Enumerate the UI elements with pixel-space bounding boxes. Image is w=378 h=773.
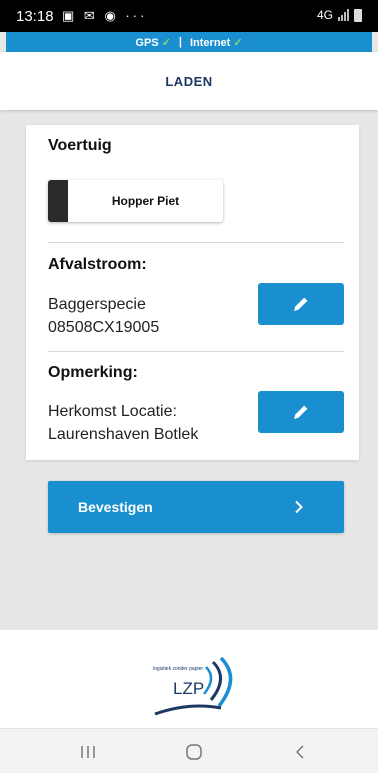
chat-icon: ✉ [83, 8, 98, 23]
browser-icon: ◉ [104, 8, 119, 23]
internet-status: Internet ✓ [190, 36, 243, 49]
vehicle-title: Voertuig [48, 137, 112, 154]
waste-stream-title: Afvalstroom: [48, 256, 147, 273]
recent-apps-button[interactable] [68, 737, 108, 767]
back-icon [295, 745, 304, 759]
waste-stream-name: Baggerspecie [48, 296, 146, 313]
status-bar: 13:18 ▣ ✉ ◉ ··· 4G [0, 0, 378, 32]
load-details-card: Voertuig Hopper Piet Afvalstroom: Bagger… [26, 125, 359, 460]
pencil-icon [294, 297, 308, 311]
notification-icons: ▣ ✉ ◉ ··· [62, 8, 147, 24]
image-icon: ▣ [62, 8, 78, 23]
status-time: 13:18 [16, 8, 54, 25]
status-separator: | [178, 36, 182, 48]
waste-stream-value: Baggerspecie 08508CX19005 [48, 293, 159, 339]
divider [48, 351, 344, 352]
connection-status-bar: GPS ✓ | Internet ✓ [6, 32, 372, 52]
internet-label: Internet [189, 36, 231, 49]
home-icon [186, 744, 202, 760]
more-notifications: ··· [125, 8, 148, 23]
vehicle-button-strip [48, 180, 68, 222]
divider [48, 242, 344, 243]
signal-icon [338, 9, 349, 21]
gps-check-icon: ✓ [161, 36, 171, 49]
pencil-icon [294, 405, 308, 419]
lzp-logo: logistiek zonder papier LZP [153, 656, 233, 716]
remark-line-2: Laurenshaven Botlek [48, 426, 199, 443]
app-header: LADEN [0, 52, 378, 110]
internet-check-icon: ✓ [233, 36, 243, 49]
confirm-button[interactable]: Bevestigen [48, 481, 344, 533]
home-button[interactable] [174, 737, 214, 767]
remark-value: Herkomst Locatie: Laurenshaven Botlek [48, 400, 198, 446]
remark-line-1: Herkomst Locatie: [48, 403, 177, 420]
waste-stream-code: 08508CX19005 [48, 319, 160, 336]
vehicle-select-button[interactable]: Hopper Piet [48, 180, 223, 222]
gps-status: GPS ✓ [135, 36, 171, 49]
back-button[interactable] [280, 737, 320, 767]
status-right: 4G [317, 8, 362, 22]
footer: logistiek zonder papier LZP [0, 630, 378, 728]
edit-waste-stream-button[interactable] [258, 283, 344, 325]
confirm-label: Bevestigen [78, 499, 153, 515]
vehicle-name: Hopper Piet [111, 194, 180, 208]
battery-icon [354, 8, 362, 22]
system-nav-bar [0, 728, 378, 773]
logo-tagline: logistiek zonder papier [153, 666, 203, 672]
edit-remark-button[interactable] [258, 391, 344, 433]
chevron-right-icon [295, 500, 303, 514]
page-title: LADEN [165, 73, 213, 89]
recent-apps-icon [81, 746, 95, 758]
logo-text: LZP [173, 679, 204, 698]
network-type: 4G [316, 8, 333, 22]
gps-label: GPS [135, 36, 159, 49]
remark-title: Opmerking: [48, 364, 138, 381]
